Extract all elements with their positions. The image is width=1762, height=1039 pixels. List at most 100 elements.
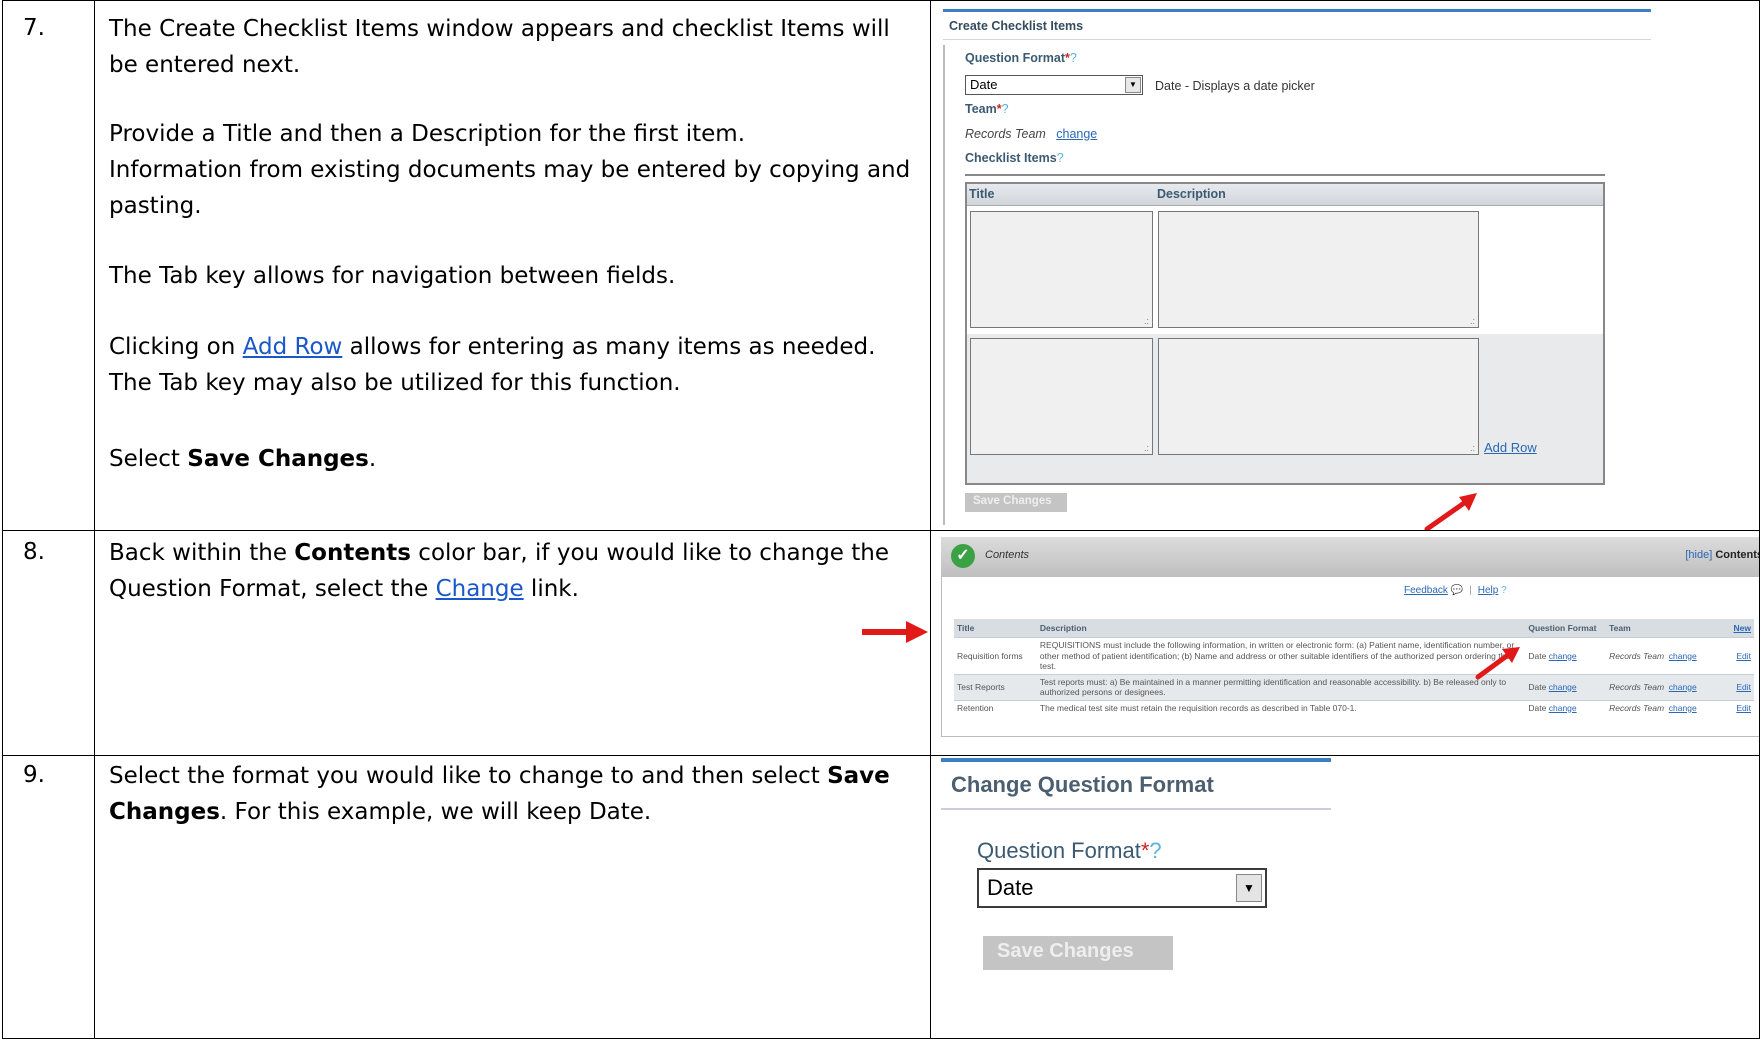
team-change-link[interactable]: change	[1669, 703, 1697, 713]
team-value: Records Team change	[965, 127, 1097, 141]
table-header-row: Title Description Question Format Team N…	[954, 619, 1754, 638]
row-format: Date change	[1525, 699, 1607, 715]
step-row-9: 9. Select the format you would like to c…	[2, 755, 1760, 1039]
column-header: Question Format	[1525, 619, 1607, 638]
help-icon[interactable]: ?	[1070, 51, 1077, 65]
save-changes-button[interactable]: Save Changes	[983, 936, 1173, 970]
hide-link[interactable]: [hide]	[1685, 549, 1712, 561]
team-change-link[interactable]: change	[1056, 127, 1097, 141]
red-arrow-icon	[862, 621, 928, 643]
format-hint: Date - Displays a date picker	[1155, 79, 1315, 93]
text-run: link.	[523, 576, 579, 602]
step-7-intro: The Create Checklist Items window appear…	[109, 16, 890, 78]
bold-run: Contents	[294, 540, 411, 566]
dropdown-arrow-icon[interactable]: ▼	[1125, 77, 1141, 93]
window-title: Create Checklist Items	[949, 19, 1084, 33]
team-change-link[interactable]: change	[1669, 651, 1697, 661]
panel-links: Feedback 💬 | Help ?	[1404, 585, 1507, 596]
question-format-select[interactable]: Date ▼	[977, 868, 1267, 908]
help-icon[interactable]: ?	[1002, 102, 1009, 116]
description-textarea[interactable]	[1158, 338, 1479, 455]
bold-run: Save Changes	[187, 446, 369, 472]
team-value: Records Team	[1609, 702, 1665, 713]
team-value: Records Team	[1609, 650, 1665, 661]
edit-link[interactable]: Edit	[1736, 651, 1751, 661]
label-text: Question Format	[965, 51, 1066, 65]
text-run: allows for entering as many items as nee…	[342, 334, 876, 360]
team-value: Records Team	[1609, 681, 1665, 692]
question-format-label: Question Format*?	[965, 51, 1077, 65]
label-text: Team	[965, 102, 997, 116]
question-format-select[interactable]: Date ▼	[965, 75, 1143, 95]
row-description: The medical test site must retain the re…	[1036, 699, 1526, 715]
window-accent-bar	[943, 9, 1651, 12]
title-textarea[interactable]	[970, 211, 1153, 328]
row-format: Date change	[1525, 637, 1607, 674]
row-description: Test reports must: a) Be maintained in a…	[1036, 673, 1526, 700]
team-change-link[interactable]: change	[1669, 682, 1697, 692]
divider	[943, 45, 945, 525]
contents-panel: ✓ Contents [hide] Contents Feedback 💬 | He…	[931, 531, 1759, 744]
step-number-cell: 7.	[3, 1, 95, 530]
table-header: Title Description	[967, 184, 1603, 206]
checklist-items-label: Checklist Items?	[965, 151, 1064, 165]
help-icon: ?	[1501, 585, 1507, 596]
step-text-cell: Back within the Contents color bar, if y…	[95, 531, 931, 755]
help-icon[interactable]: ?	[1149, 838, 1161, 863]
bar-title: Contents	[985, 549, 1030, 561]
new-link[interactable]: New	[1702, 619, 1754, 638]
checklist-items-table: Title Description Add Row	[965, 182, 1605, 485]
text-run: Select the format you would like to chan…	[109, 763, 828, 789]
table-row: Requisition forms REQUISITIONS must incl…	[954, 637, 1754, 674]
step-number-cell: 9.	[3, 756, 95, 1038]
text-run: Back within the	[109, 540, 295, 566]
step-text-cell: Select the format you would like to chan…	[95, 756, 931, 1038]
label-text: Checklist Items	[965, 151, 1057, 165]
select-value: Date	[970, 77, 998, 92]
edit-link[interactable]: Edit	[1736, 682, 1751, 692]
step-7-title-desc-b: Information from existing documents may …	[109, 157, 911, 219]
edit-link[interactable]: Edit	[1736, 703, 1751, 713]
bar-right-label: Contents	[1715, 549, 1759, 561]
step-text-cell: The Create Checklist Items window appear…	[95, 1, 931, 530]
format-value: Date	[1528, 681, 1547, 692]
description-textarea[interactable]	[1158, 211, 1479, 328]
check-icon: ✓	[951, 544, 975, 568]
create-checklist-window: Create Checklist Items Question Format*?…	[943, 5, 1651, 530]
row-edit: Edit	[1702, 637, 1754, 674]
add-row-link[interactable]: Add Row	[243, 334, 343, 360]
format-change-link[interactable]: change	[1549, 703, 1577, 713]
step-7-save: Select Save Changes.	[109, 441, 919, 477]
step-9-screenshot-cell: Change Question Format Question Format*?…	[931, 756, 1759, 1038]
step-7-tab: The Tab key allows for navigation betwee…	[109, 263, 676, 289]
change-link[interactable]: Change	[436, 576, 524, 602]
step-8-screenshot-cell: ✓ Contents [hide] Contents Feedback 💬 | He…	[931, 531, 1759, 755]
text-run: The Tab key may also be utilized for thi…	[109, 370, 681, 396]
format-change-link[interactable]: change	[1549, 651, 1577, 661]
step-number: 8.	[23, 539, 45, 565]
table-row: Retention The medical test site must ret…	[954, 699, 1754, 715]
feedback-link[interactable]: Feedback	[1404, 585, 1448, 596]
format-change-link[interactable]: change	[1549, 682, 1577, 692]
title-textarea[interactable]	[970, 338, 1153, 455]
help-icon[interactable]: ?	[1057, 151, 1064, 165]
divider	[941, 808, 1331, 810]
red-arrow-icon	[1475, 647, 1520, 680]
save-changes-button[interactable]: Save Changes	[965, 493, 1067, 512]
help-link[interactable]: Help	[1478, 585, 1499, 596]
add-row-link[interactable]: Add Row	[1484, 440, 1537, 455]
row-edit: Edit	[1702, 673, 1754, 700]
text-run: Clicking on	[109, 334, 243, 360]
column-header: Team	[1606, 619, 1703, 638]
team-name: Records Team	[965, 127, 1046, 141]
row-edit: Edit	[1702, 699, 1754, 715]
step-row-8: 8. Back within the Contents color bar, i…	[2, 530, 1760, 755]
column-header: Title	[954, 619, 1037, 638]
step-number: 7.	[23, 15, 45, 41]
select-value: Date	[987, 875, 1034, 900]
team-label: Team*?	[965, 102, 1009, 116]
step-7-title-desc-a: Provide a Title and then a Description f…	[109, 121, 746, 147]
step-row-7: 7. The Create Checklist Items window app…	[2, 0, 1760, 530]
dropdown-arrow-icon[interactable]: ▼	[1236, 874, 1262, 902]
format-value: Date	[1528, 702, 1547, 713]
